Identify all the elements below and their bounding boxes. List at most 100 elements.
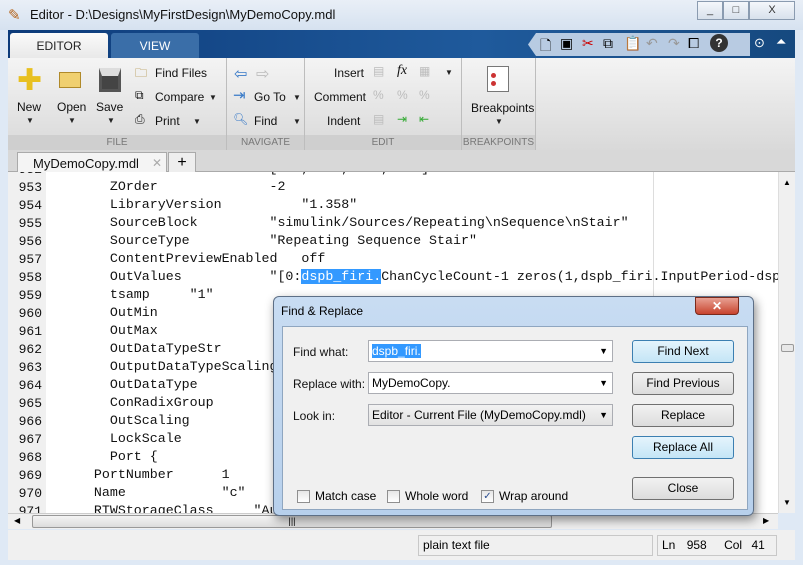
chevron-down-icon[interactable]: ▼ <box>599 405 608 425</box>
chevron-down-icon[interactable]: ▼ <box>599 341 608 361</box>
comment-icon[interactable]: % <box>373 88 384 102</box>
look-in-label: Look in: <box>293 409 336 423</box>
code-key: LockScale <box>109 431 182 446</box>
cut-icon[interactable]: ✂ <box>582 35 594 52</box>
maximize-button[interactable]: □ <box>723 1 749 20</box>
code-key: ZOrder <box>109 179 158 194</box>
vertical-scrollbar[interactable]: ▲ ▼ <box>778 172 795 513</box>
vertical-scroll-thumb[interactable] <box>781 344 794 352</box>
save-button[interactable]: Save ▼ <box>95 66 129 125</box>
code-pad <box>150 287 190 302</box>
find-button[interactable]: 🔍︎ Find ▼ <box>233 112 303 130</box>
save-icon[interactable]: ▣ <box>560 35 573 52</box>
open-button[interactable]: Open ▼ <box>56 66 90 125</box>
copy-icon[interactable]: ⧉ <box>603 35 613 52</box>
close-window-button[interactable]: X <box>749 1 795 20</box>
new-tab-button[interactable]: + <box>168 152 196 173</box>
printer-icon: ⎙ <box>135 112 145 126</box>
help-icon[interactable]: ? <box>710 34 728 52</box>
line-number: 953 <box>18 180 42 195</box>
compare-icon: ⧉ <box>135 88 144 102</box>
file-group-label: FILE <box>8 135 226 150</box>
comment-button[interactable]: Comment <box>314 90 366 104</box>
go-to-button[interactable]: ⇥ Go To ▼ <box>233 87 303 106</box>
whole-word-label: Whole word <box>405 489 469 503</box>
replace-with-label: Replace with: <box>293 377 366 391</box>
whole-word-checkbox[interactable]: Whole word <box>387 489 468 503</box>
code-key: LibraryVersion <box>109 197 222 212</box>
match-case-checkbox[interactable]: Match case <box>297 489 376 503</box>
switch-windows-icon[interactable]: ⧠ <box>688 35 699 52</box>
scroll-up-arrow-icon[interactable]: ▲ <box>783 178 791 187</box>
close-button[interactable]: Close <box>632 477 734 500</box>
chevron-down-icon[interactable]: ▼ <box>599 373 608 393</box>
dialog-close-button[interactable]: ✕ <box>695 297 739 315</box>
redo-icon[interactable]: ↷ <box>668 35 680 52</box>
print-button[interactable]: ⎙ Print ▼ <box>135 112 220 130</box>
dropdown-arrow-icon[interactable]: ▼ <box>445 68 453 77</box>
tab-view[interactable]: VIEW <box>111 33 199 59</box>
column-label: Col <box>724 538 743 552</box>
uncomment-icon[interactable]: % <box>397 88 408 102</box>
scroll-left-arrow-icon[interactable]: ◀ <box>14 516 20 525</box>
tab-editor[interactable]: EDITOR <box>10 33 108 59</box>
options-dropdown-icon[interactable]: ⊙ <box>754 35 765 51</box>
code-line: Position [115, 195, 115, 325] <box>54 172 429 176</box>
insert-section-icon[interactable]: ▤ <box>373 64 384 78</box>
back-arrow-icon[interactable]: ⇦ <box>234 64 247 84</box>
line-number: 959 <box>18 288 42 303</box>
collapse-ribbon-icon[interactable]: ⏶ <box>776 34 786 50</box>
find-files-button[interactable]: 🗀 Find Files <box>135 64 215 82</box>
new-button[interactable]: ✚ New ▼ <box>14 64 48 126</box>
find-next-button[interactable]: Find Next <box>632 340 734 363</box>
dropdown-arrow-icon: ▼ <box>495 117 503 126</box>
line-number: 964 <box>18 378 42 393</box>
breakpoints-button[interactable]: Breakpoints ▼ <box>462 64 536 126</box>
forward-arrow-icon[interactable]: ⇨ <box>256 64 269 84</box>
dropdown-arrow-icon: ▼ <box>293 117 301 126</box>
compare-button[interactable]: ⧉ Compare ▼ <box>135 88 220 106</box>
doc-tab-mydemocopy[interactable]: MyDemoCopy.mdl ✕ <box>17 152 167 173</box>
replace-button[interactable]: Replace <box>632 404 734 427</box>
code-pad <box>198 215 270 230</box>
code-line: OutDataTypeStr <box>54 341 222 356</box>
decrease-indent-icon[interactable]: ⇤ <box>419 112 429 126</box>
increase-indent-icon[interactable]: ⇥ <box>397 112 407 126</box>
wrap-around-checkbox[interactable]: ✓ Wrap around <box>481 489 568 503</box>
find-what-value: dspb_firi. <box>372 344 421 358</box>
checkbox-icon <box>297 489 310 503</box>
magnifier-icon: 🔍︎ <box>233 112 249 126</box>
replace-with-input[interactable]: MyDemoCopy. ▼ <box>368 372 613 394</box>
scroll-down-arrow-icon[interactable]: ▼ <box>783 498 791 507</box>
look-in-select[interactable]: Editor - Current File (MyDemoCopy.mdl) ▼ <box>368 404 613 426</box>
code-key: ConRadixGroup <box>109 395 214 410</box>
minimize-button[interactable]: _ <box>697 1 723 20</box>
code-line: LibraryVersion "1.358" <box>54 197 357 212</box>
replace-all-button[interactable]: Replace All <box>632 436 734 459</box>
undo-icon[interactable]: ↶ <box>646 35 658 52</box>
close-tab-icon[interactable]: ✕ <box>152 156 162 170</box>
breakpoints-label: Breakpoints <box>471 101 535 115</box>
horizontal-scroll-thumb[interactable]: ||| <box>32 515 552 528</box>
indent-button[interactable]: Indent <box>327 114 360 128</box>
find-previous-button[interactable]: Find Previous <box>632 372 734 395</box>
find-replace-dialog: Find & Replace ✕ Find what: dspb_firi. ▼ … <box>273 296 754 516</box>
code-key: OutDataType <box>109 377 198 392</box>
edit-group-label: EDIT <box>305 135 461 150</box>
new-file-icon[interactable]: 🗋 <box>540 35 551 56</box>
plus-icon: ✚ <box>17 64 43 97</box>
smart-indent-icon[interactable]: ▤ <box>373 112 384 126</box>
wrap-comments-icon[interactable]: % <box>419 88 430 102</box>
scroll-right-arrow-icon[interactable]: ▶ <box>763 516 769 525</box>
insert-other-icon[interactable]: ▦ <box>419 64 430 78</box>
insert-button[interactable]: Insert <box>334 66 364 80</box>
paste-icon[interactable]: 📋 <box>624 35 641 52</box>
insert-function-icon[interactable]: fx <box>397 63 407 79</box>
find-what-input[interactable]: dspb_firi. ▼ <box>368 340 613 362</box>
cursor-position: Ln 958 Col 41 <box>657 535 777 556</box>
